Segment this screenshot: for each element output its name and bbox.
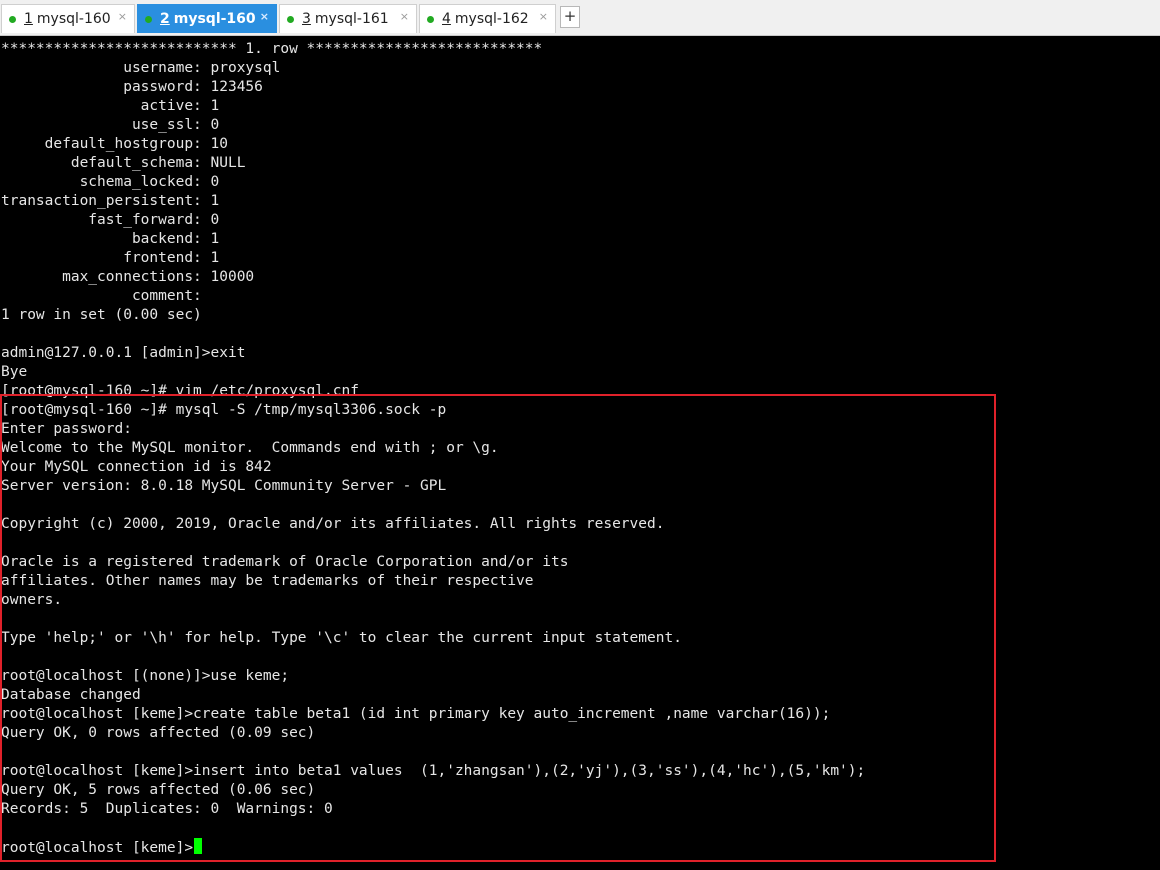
tab-number: 1: [24, 11, 33, 27]
terminal-line: root@localhost [keme]>insert into beta1 …: [1, 763, 866, 779]
tab-3[interactable]: 3 mysql-161 ×: [279, 4, 417, 33]
close-icon[interactable]: ×: [400, 10, 409, 23]
tab-4[interactable]: 4 mysql-162 ×: [419, 4, 556, 33]
terminal-line: root@localhost [keme]>create table beta1…: [1, 706, 831, 722]
terminal-line: transaction_persistent: 1: [1, 193, 220, 209]
close-icon[interactable]: ×: [539, 10, 548, 23]
tab-1[interactable]: 1 mysql-160 ×: [1, 4, 135, 33]
terminal-output[interactable]: *************************** 1. row *****…: [0, 36, 1160, 870]
tab-label: mysql-160: [36, 11, 111, 27]
terminal-line: [root@mysql-160 ~]# vim /etc/proxysql.cn…: [1, 383, 359, 399]
connected-status-icon: [9, 15, 16, 23]
terminal-line: Records: 5 Duplicates: 0 Warnings: 0: [1, 801, 333, 817]
connected-status-icon: [145, 15, 152, 23]
terminal-line: active: 1: [1, 98, 220, 114]
terminal-line: Query OK, 0 rows affected (0.09 sec): [1, 725, 316, 741]
terminal-line: Database changed: [1, 687, 141, 703]
terminal-line: Query OK, 5 rows affected (0.06 sec): [1, 782, 316, 798]
terminal-line: default_schema: NULL: [1, 155, 246, 171]
tab-2[interactable]: 2 mysql-160 ×: [137, 4, 277, 33]
connected-status-icon: [287, 15, 294, 23]
terminal-line: Copyright (c) 2000, 2019, Oracle and/or …: [1, 516, 665, 532]
terminal-line: password: 123456: [1, 79, 263, 95]
connected-status-icon: [427, 15, 434, 23]
tab-bar: 1 mysql-160 × 2 mysql-160 × 3 mysql-161 …: [0, 0, 1160, 36]
terminal-line: admin@127.0.0.1 [admin]>exit: [1, 345, 246, 361]
terminal-line: Server version: 8.0.18 MySQL Community S…: [1, 478, 447, 494]
tab-label: mysql-161: [314, 11, 389, 27]
terminal-line: Welcome to the MySQL monitor. Commands e…: [1, 440, 499, 456]
terminal-line: schema_locked: 0: [1, 174, 220, 190]
terminal-line: Your MySQL connection id is 842: [1, 459, 272, 475]
terminal-line: root@localhost [(none)]>use keme;: [1, 668, 290, 684]
tab-label: mysql-160: [173, 11, 256, 27]
terminal-line: [root@mysql-160 ~]# mysql -S /tmp/mysql3…: [1, 402, 447, 418]
terminal-line: username: proxysql: [1, 60, 281, 76]
tab-number: 3: [302, 11, 311, 27]
tab-label: mysql-162: [454, 11, 529, 27]
terminal-line: Oracle is a registered trademark of Orac…: [1, 554, 569, 570]
terminal-line: affiliates. Other names may be trademark…: [1, 573, 534, 589]
terminal-line: fast_forward: 0: [1, 212, 220, 228]
terminal-line: use_ssl: 0: [1, 117, 220, 133]
terminal-line: max_connections: 10000: [1, 269, 255, 285]
close-icon[interactable]: ×: [260, 10, 269, 23]
terminal-line: *************************** 1. row *****…: [1, 41, 543, 57]
tab-number: 2: [160, 11, 170, 27]
tab-number: 4: [442, 11, 451, 27]
terminal-line: frontend: 1: [1, 250, 220, 266]
terminal-line: backend: 1: [1, 231, 220, 247]
terminal-line: Bye: [1, 364, 28, 380]
terminal-line: default_hostgroup: 10: [1, 136, 228, 152]
terminal-line: 1 row in set (0.00 sec): [1, 307, 202, 323]
close-icon[interactable]: ×: [118, 10, 127, 23]
terminal-line: root@localhost [keme]>: [1, 838, 203, 857]
terminal-line: comment:: [1, 288, 211, 304]
terminal-line: Enter password:: [1, 421, 141, 437]
new-tab-button[interactable]: +: [560, 6, 580, 28]
terminal-line: owners.: [1, 592, 63, 608]
cursor-block: [194, 838, 203, 854]
terminal-line: Type 'help;' or '\h' for help. Type '\c'…: [1, 630, 682, 646]
